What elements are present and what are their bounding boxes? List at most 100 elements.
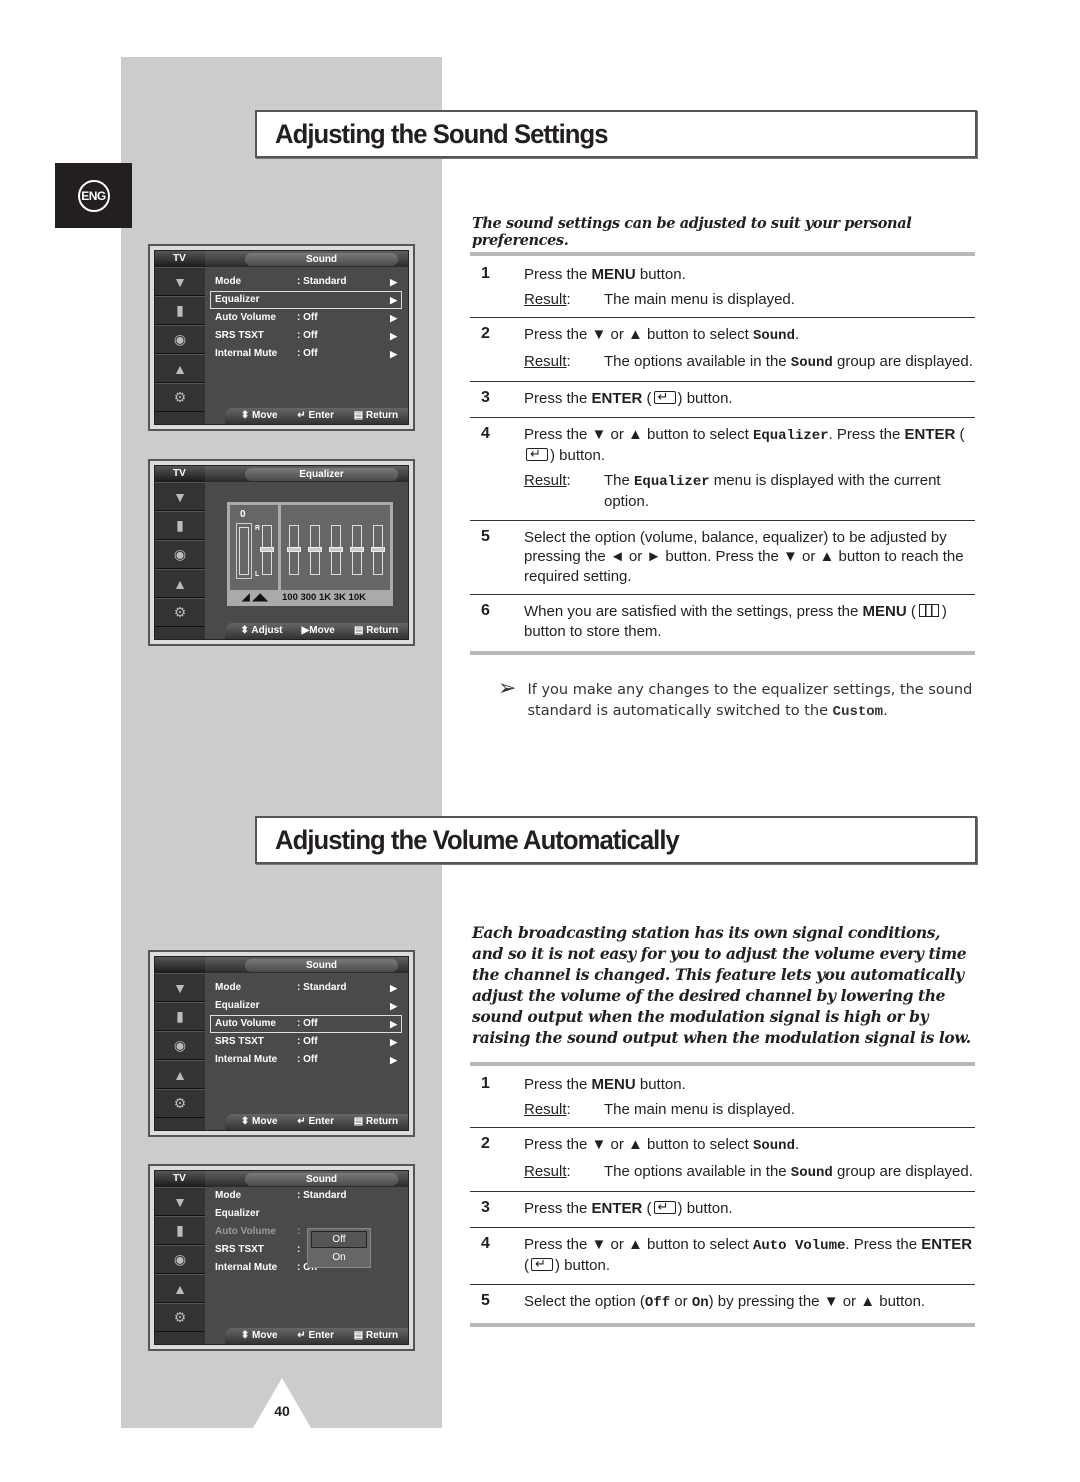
band-slider-3k — [350, 525, 364, 575]
osd-title: Equalizer — [245, 468, 398, 481]
osd-row-label: Internal Mute — [215, 1262, 278, 1273]
enter-icon — [531, 1254, 553, 1274]
menu-icon: ▤ — [353, 625, 364, 636]
text: Press the — [524, 1200, 592, 1217]
enter-icon: ↵ — [297, 1330, 306, 1341]
result-text: The main menu is displayed. — [604, 290, 795, 308]
osd-menu-list: Mode: Standard Equalizer Auto Volume: SR… — [210, 1187, 402, 1277]
up-down-icon: ⬍ — [240, 410, 250, 421]
text: Return — [366, 625, 399, 636]
menu-name: Equalizer — [752, 427, 829, 444]
osd-screen: ▼ ▮ ◉ ▲ ⚙ Sound Mode: Standard ▶ Equalize… — [154, 956, 409, 1131]
text: button. — [560, 1257, 611, 1274]
language-tab: ENG — [55, 163, 132, 228]
band-slider-300 — [308, 525, 322, 575]
text: Press the ▼ or ▲ button to select — [524, 326, 753, 343]
slider-knob — [371, 547, 385, 552]
osd-header: Sound — [205, 1171, 408, 1187]
osd-row-equalizer: Equalizer ▶ — [210, 997, 402, 1015]
text: When you are satisfied with the settings… — [524, 603, 863, 620]
text: . — [794, 1136, 800, 1153]
osd-row-label: Internal Mute — [215, 1054, 278, 1065]
result-label: Result — [524, 471, 604, 512]
text: The options available in the — [604, 1162, 791, 1180]
osd-row-srs-tsxt: SRS TSXT: — [210, 1241, 402, 1259]
text: Select the option ( — [524, 1292, 645, 1310]
input-icon: ▼ — [155, 267, 205, 296]
arrow-right-icon: ▶ — [390, 1037, 397, 1047]
result-row: ResultThe options available in the Sound… — [524, 1162, 975, 1184]
slider-knob — [350, 547, 364, 552]
text: or — [670, 1292, 692, 1310]
step-number: 3 — [481, 389, 490, 406]
text: button. — [682, 1200, 733, 1217]
osd-footer-enter: ↵ Enter — [297, 408, 334, 424]
result-row: ResultThe main menu is displayed. — [524, 290, 975, 310]
section-heading: Adjusting the Volume Automatically — [275, 825, 680, 855]
arrow-right-icon: ▶ — [390, 313, 397, 323]
step-item: 1 Press the MENU button. ResultThe main … — [470, 1068, 975, 1128]
input-icon: ▼ — [155, 973, 205, 1002]
osd-screenshot-auto-volume-popup: TV ▼ ▮ ◉ ▲ ⚙ Sound Mode: Standard Equali… — [148, 1164, 415, 1351]
osd-row-value: : Off — [297, 1018, 318, 1029]
osd-footer-move: ⬍ Move — [241, 1328, 278, 1344]
osd-row-label: Mode — [215, 982, 242, 993]
note-text: If you make any changes to the equalizer… — [527, 680, 978, 723]
option-off: Off — [311, 1231, 367, 1248]
osd-screen: TV ▼ ▮ ◉ ▲ ⚙ Sound Mode: Standard ▶ Equal… — [154, 250, 409, 425]
osd-screenshot-equalizer: TV ▼ ▮ ◉ ▲ ⚙ Equalizer 0 R L ◢ ◢◣ 100 30… — [148, 459, 415, 646]
arrow-right-icon: ▶ — [390, 277, 397, 287]
osd-row-value: : Off — [297, 1054, 318, 1065]
text: group are displayed. — [832, 352, 973, 370]
result-row: ResultThe options available in the Sound… — [524, 352, 975, 374]
osd-row-mode: Mode: Standard ▶ — [210, 273, 402, 291]
divider — [470, 252, 975, 256]
osd-row-mode: Mode: Standard — [210, 1187, 402, 1205]
steps-list-auto-volume: 1 Press the MENU button. ResultThe main … — [470, 1068, 975, 1321]
step-number: 1 — [481, 1075, 490, 1092]
menu-icon: ▤ — [353, 1116, 364, 1127]
osd-row-label: Internal Mute — [215, 348, 278, 359]
text: button. — [635, 266, 686, 283]
band-sliders-panel — [281, 505, 390, 590]
step-item: 2 Press the ▼ or ▲ button to select Soun… — [470, 1128, 975, 1192]
text: . — [794, 326, 800, 343]
enter-icon: ↵ — [297, 1116, 306, 1127]
osd-row-value: : Off — [297, 330, 318, 341]
osd-header: Sound — [205, 957, 408, 973]
menu-name: Custom — [832, 704, 884, 720]
menu-icon — [918, 604, 939, 617]
osd-row-colon: : — [297, 1226, 301, 1237]
text: Move — [309, 625, 335, 636]
osd-footer-return: ▤ Return — [354, 623, 398, 639]
balance-l-label: L — [255, 571, 260, 578]
language-badge: ENG — [77, 179, 110, 212]
osd-sidebar: TV ▼ ▮ ◉ ▲ ⚙ — [155, 1171, 205, 1344]
input-icon: ▼ — [155, 482, 205, 511]
osd-row-auto-volume: Auto Volume: — [210, 1223, 402, 1241]
osd-title: Sound — [245, 1173, 398, 1186]
text: The options available in the — [604, 352, 791, 370]
channel-icon: ▲ — [155, 354, 205, 383]
key-name: MENU — [862, 603, 907, 620]
result-label: Result — [524, 290, 604, 310]
picture-icon: ▮ — [155, 1002, 205, 1031]
result-text: The Equalizer menu is displayed with the… — [604, 471, 975, 512]
step-number: 3 — [481, 1199, 490, 1216]
osd-footer-enter: ↵ Enter — [297, 1114, 334, 1130]
osd-row-srs-tsxt: SRS TSXT: Off ▶ — [210, 1033, 402, 1051]
arrow-right-icon: ▶ — [390, 983, 397, 993]
auto-volume-options-popup: Off On — [307, 1228, 371, 1268]
menu-name: Sound — [752, 328, 795, 344]
key-name: MENU — [591, 1076, 636, 1093]
step-text: Press the MENU button. ResultThe main me… — [524, 1075, 975, 1119]
steps-list-sound: 1 Press the MENU button. ResultThe main … — [470, 258, 975, 649]
text: Press the — [524, 1076, 592, 1093]
text: button to store them. — [524, 622, 662, 640]
osd-footer-return: ▤ Return — [354, 1114, 398, 1130]
osd-footer-move: ⬍ Move — [241, 1114, 278, 1130]
arrow-right-icon: ▶ — [390, 349, 397, 359]
step-text: Press the ▼ or ▲ button to select Sound.… — [524, 1135, 975, 1183]
osd-screen: TV ▼ ▮ ◉ ▲ ⚙ Sound Mode: Standard Equali… — [154, 1170, 409, 1345]
osd-row-label: SRS TSXT — [215, 1036, 264, 1047]
